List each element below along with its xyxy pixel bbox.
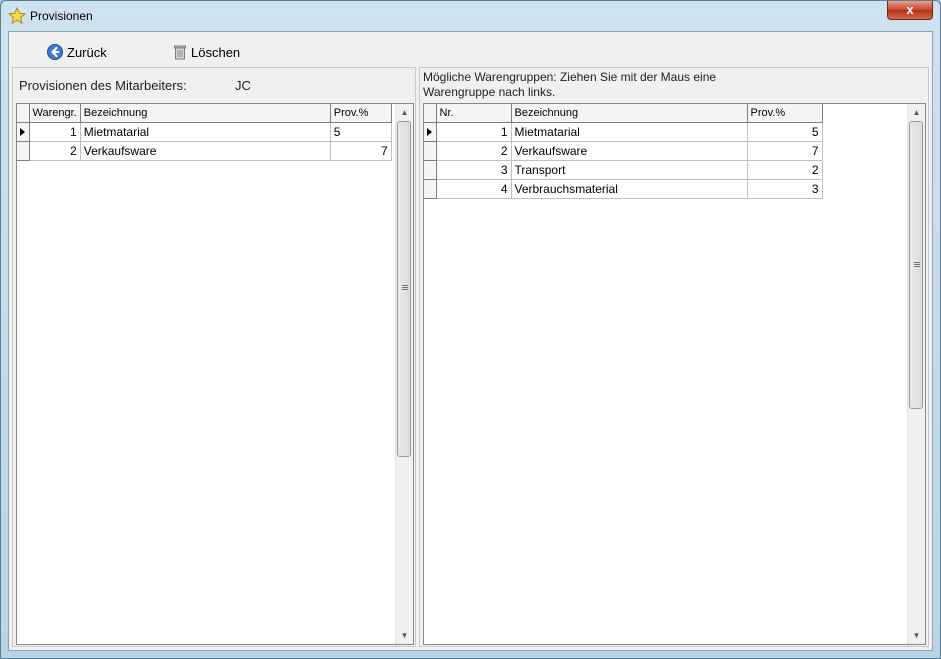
current-row-icon — [427, 127, 432, 136]
column-header-nr[interactable]: Nr. — [436, 104, 512, 123]
column-header-name[interactable]: Bezeichnung — [80, 104, 331, 123]
row-selector[interactable] — [17, 141, 30, 161]
provisionen-window: Provisionen x Zurück Löschen Provisionen… — [0, 0, 941, 659]
employee-commission-panel: Provisionen des Mitarbeiters: JC Warengr… — [12, 67, 416, 647]
column-header-prov[interactable]: Prov.% — [330, 104, 392, 123]
grip-icon — [914, 262, 920, 267]
drag-hint: Mögliche Warengruppen: Ziehen Sie mit de… — [423, 70, 717, 99]
scroll-up-icon[interactable]: ▲ — [908, 104, 925, 121]
vertical-scrollbar[interactable]: ▲ ▼ — [395, 104, 413, 644]
cell-name[interactable]: Mietmatarial — [80, 122, 331, 142]
table-row[interactable]: 2 Verkaufsware 7 — [17, 141, 392, 161]
cell-prov[interactable]: 2 — [747, 160, 823, 180]
grid-corner — [424, 104, 437, 123]
table-row[interactable]: 2 Verkaufsware 7 — [424, 141, 823, 161]
vertical-scrollbar[interactable]: ▲ ▼ — [907, 104, 925, 644]
row-selector[interactable] — [424, 179, 437, 199]
cell-name[interactable]: Verbrauchsmaterial — [511, 179, 748, 199]
employee-value: JC — [235, 78, 251, 93]
title-bar[interactable]: Provisionen x — [1, 1, 940, 31]
star-icon — [8, 7, 26, 25]
employee-commission-grid[interactable]: Warengr. Bezeichnung Prov.% 1 Mietmatari… — [16, 103, 414, 645]
cell-group[interactable]: 1 — [29, 122, 81, 142]
back-arrow-icon — [47, 44, 63, 60]
row-selector[interactable] — [424, 160, 437, 180]
table-row[interactable]: 1 Mietmatarial 5 — [17, 122, 392, 142]
employee-label: Provisionen des Mitarbeiters: — [19, 78, 187, 93]
cell-name[interactable]: Transport — [511, 160, 748, 180]
back-button[interactable]: Zurück — [47, 43, 107, 61]
cell-nr[interactable]: 4 — [436, 179, 512, 199]
delete-button[interactable]: Löschen — [173, 43, 240, 61]
table-row[interactable]: 4 Verbrauchsmaterial 3 — [424, 179, 823, 199]
row-selector[interactable] — [424, 122, 437, 142]
cell-nr[interactable]: 2 — [436, 141, 512, 161]
cell-name[interactable]: Mietmatarial — [511, 122, 748, 142]
cell-name[interactable]: Verkaufsware — [511, 141, 748, 161]
scroll-down-icon[interactable]: ▼ — [908, 627, 925, 644]
trash-icon — [174, 45, 186, 60]
window-title: Provisionen — [30, 9, 93, 23]
cell-prov[interactable]: 3 — [747, 179, 823, 199]
table-row[interactable]: 1 Mietmatarial 5 — [424, 122, 823, 142]
back-button-label: Zurück — [67, 44, 107, 60]
toolbar: Zurück Löschen — [9, 32, 932, 66]
column-header-group[interactable]: Warengr. — [29, 104, 81, 123]
close-icon: x — [906, 2, 914, 17]
grid-corner — [17, 104, 30, 123]
client-area: Zurück Löschen Provisionen des Mitarbeit… — [8, 31, 933, 651]
grip-icon — [402, 285, 408, 290]
column-header-prov[interactable]: Prov.% — [747, 104, 823, 123]
cell-nr[interactable]: 3 — [436, 160, 512, 180]
cell-prov[interactable]: 5 — [747, 122, 823, 142]
scroll-thumb[interactable] — [909, 121, 923, 409]
cell-name[interactable]: Verkaufsware — [80, 141, 331, 161]
delete-button-label: Löschen — [191, 44, 241, 60]
product-groups-panel: Mögliche Warengruppen: Ziehen Sie mit de… — [419, 67, 929, 647]
row-selector[interactable] — [424, 141, 437, 161]
column-header-name[interactable]: Bezeichnung — [511, 104, 748, 123]
table-row[interactable]: 3 Transport 2 — [424, 160, 823, 180]
scroll-up-icon[interactable]: ▲ — [396, 104, 413, 121]
scroll-thumb[interactable] — [397, 121, 411, 457]
current-row-icon — [20, 127, 25, 136]
row-selector[interactable] — [17, 122, 30, 142]
product-groups-grid[interactable]: Nr. Bezeichnung Prov.% 1 Mietmatarial 5 — [423, 103, 926, 645]
close-button[interactable]: x — [887, 1, 933, 20]
product-groups-table: Nr. Bezeichnung Prov.% 1 Mietmatarial 5 — [424, 104, 823, 199]
cell-prov[interactable]: 7 — [747, 141, 823, 161]
employee-commission-table: Warengr. Bezeichnung Prov.% 1 Mietmatari… — [17, 104, 392, 161]
cell-nr[interactable]: 1 — [436, 122, 512, 142]
cell-group[interactable]: 2 — [29, 141, 81, 161]
scroll-down-icon[interactable]: ▼ — [396, 627, 413, 644]
cell-prov[interactable]: 7 — [330, 141, 392, 161]
cell-prov[interactable]: 5 — [330, 122, 392, 142]
